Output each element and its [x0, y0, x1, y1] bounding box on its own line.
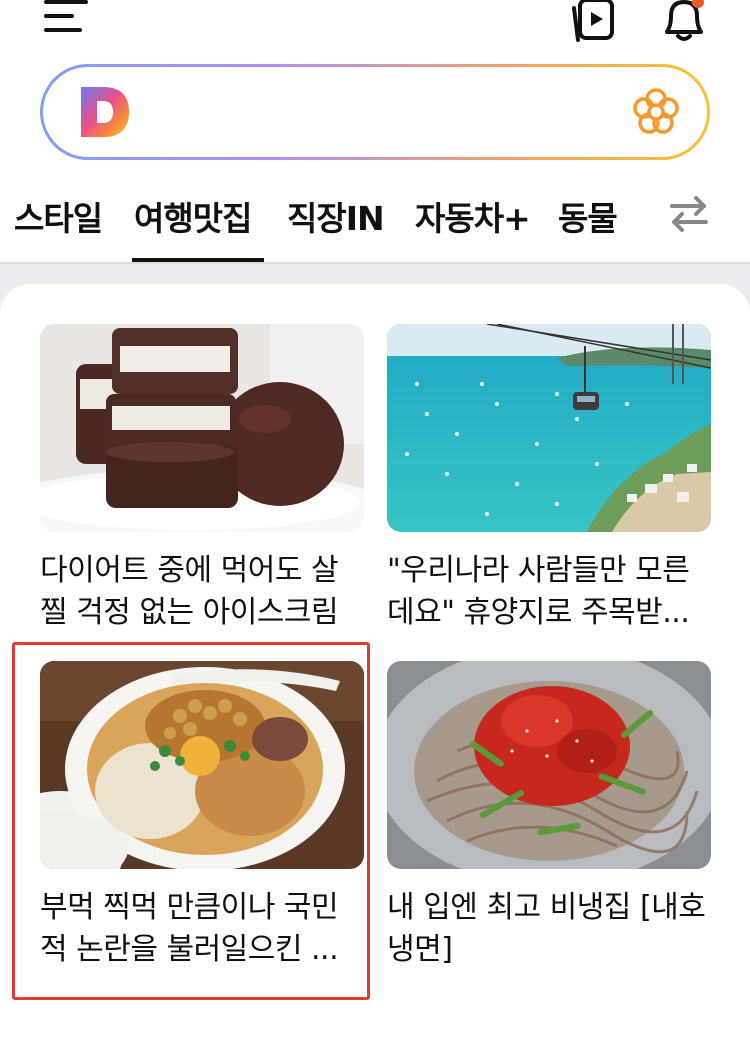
article-card[interactable]: 내 입엔 최고 비냉집 [내호냉면] — [387, 661, 711, 971]
article-thumbnail — [387, 661, 711, 869]
daum-d-logo — [79, 85, 131, 139]
tab-animal[interactable]: 동물 — [558, 192, 618, 240]
article-thumbnail — [40, 324, 364, 532]
search-bar[interactable] — [40, 64, 710, 160]
tab-car[interactable]: 자동차+ — [415, 192, 531, 240]
flower-icon[interactable] — [631, 87, 681, 137]
swap-arrows-icon[interactable] — [666, 192, 712, 236]
article-title: 내 입엔 최고 비냉집 [내호냉면] — [387, 890, 706, 967]
tab-work[interactable]: 직장IN — [287, 192, 385, 240]
notification-bell-icon[interactable] — [658, 0, 708, 42]
video-play-icon[interactable] — [570, 0, 616, 42]
article-card[interactable]: "우리나라 사람들만 모른데요" 휴양지로 주목받... — [387, 324, 711, 634]
article-card[interactable]: 다이어트 중에 먹어도 살 찔 걱정 없는 아이스크림 — [40, 324, 364, 634]
header-divider — [0, 262, 750, 264]
selection-highlight — [12, 642, 370, 1000]
top-header: 스타일 여행맛집 직장IN 자동차+ 동물 — [0, 0, 750, 262]
tab-style[interactable]: 스타일 — [14, 192, 103, 240]
article-title: 다이어트 중에 먹어도 살 찔 걱정 없는 아이스크림 — [40, 553, 339, 630]
article-title: "우리나라 사람들만 모른데요" 휴양지로 주목받... — [387, 553, 690, 630]
hamburger-menu-icon[interactable] — [44, 0, 88, 40]
tab-travel-food[interactable]: 여행맛집 — [134, 192, 252, 240]
category-tabs: 스타일 여행맛집 직장IN 자동차+ 동물 — [0, 180, 750, 262]
article-thumbnail — [387, 324, 711, 532]
